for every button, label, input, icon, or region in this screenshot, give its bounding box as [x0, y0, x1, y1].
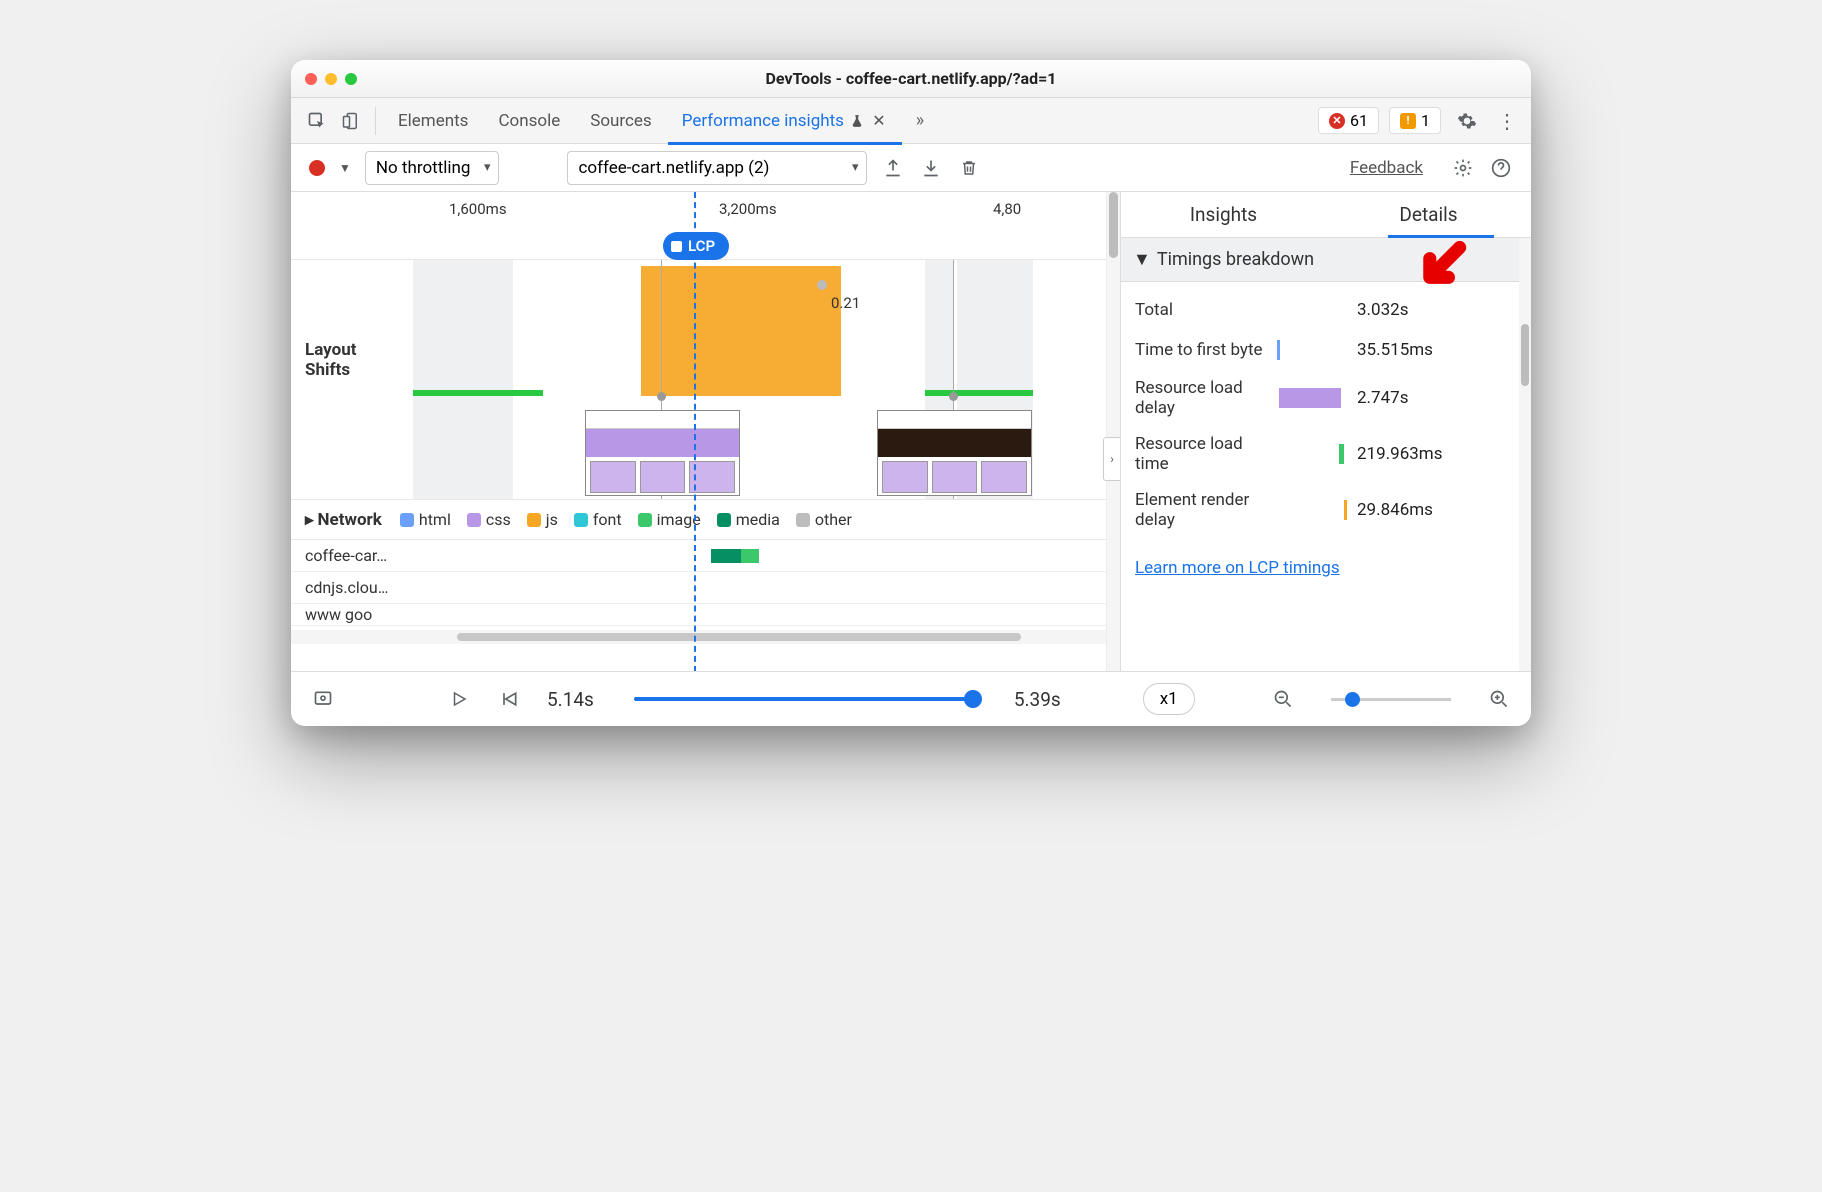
details-pane: Insights Details ▼ Timings breakdown Tot…	[1121, 192, 1531, 671]
section-title: Timings breakdown	[1157, 249, 1314, 270]
throttling-select[interactable]: No throttling	[365, 151, 500, 185]
lcp-stop-icon	[671, 241, 682, 252]
error-count: 61	[1350, 111, 1368, 130]
metric-render-delay: Element render delay 29.846ms	[1135, 482, 1517, 538]
help-icon[interactable]	[1489, 156, 1513, 180]
more-tabs-button[interactable]: »	[910, 111, 930, 131]
kebab-menu-icon[interactable]: ⋮	[1493, 107, 1521, 135]
network-legend: html css js font image media other	[400, 510, 852, 529]
playback-slider[interactable]	[634, 697, 974, 701]
close-window-button[interactable]	[305, 73, 317, 85]
current-time: 5.14s	[547, 688, 594, 711]
duration: 5.39s	[1014, 688, 1061, 711]
main-body: 1,600ms 3,200ms 4,80 LCP Layout Shifts	[291, 192, 1531, 672]
recording-toolbar: ▼ No throttling coffee-cart.netlify.app …	[291, 144, 1531, 192]
window-title: DevTools - coffee-cart.netlify.app/?ad=1	[291, 69, 1531, 88]
settings-icon[interactable]	[1453, 107, 1481, 135]
delete-icon[interactable]	[957, 156, 981, 180]
lcp-marker[interactable]: LCP	[663, 232, 729, 260]
timings-metrics: Total 3.032s Time to first byte 35.515ms…	[1121, 282, 1531, 546]
zoom-in-button[interactable]	[1487, 687, 1511, 711]
lcp-label: LCP	[688, 237, 715, 255]
ruler-tick: 1,600ms	[449, 200, 507, 218]
close-tab-button[interactable]: ✕	[870, 112, 888, 130]
inspect-element-icon[interactable]	[307, 111, 327, 131]
time-ruler[interactable]: 1,600ms 3,200ms 4,80 LCP	[291, 192, 1120, 260]
recording-select[interactable]: coffee-cart.netlify.app (2)	[567, 151, 867, 185]
layout-shifts-track[interactable]: 0.21	[401, 260, 1120, 499]
device-toolbar-icon[interactable]	[341, 111, 361, 131]
timings-breakdown-header[interactable]: ▼ Timings breakdown	[1121, 238, 1531, 282]
layout-shifts-row: Layout Shifts 0.21	[291, 260, 1120, 500]
minimize-window-button[interactable]	[325, 73, 337, 85]
ruler-tick: 4,80	[993, 200, 1021, 218]
tab-label: Performance insights	[682, 111, 844, 131]
ruler-tick: 3,200ms	[719, 200, 777, 218]
zoom-slider[interactable]	[1331, 698, 1451, 701]
vertical-scrollbar[interactable]	[1106, 192, 1120, 671]
timeline-pane: 1,600ms 3,200ms 4,80 LCP Layout Shifts	[291, 192, 1121, 671]
playback-footer: 5.14s 5.39s x1	[291, 672, 1531, 726]
metric-ttfb: Time to first byte 35.515ms	[1135, 330, 1517, 370]
disclosure-triangle-icon: ▼	[1133, 249, 1151, 270]
warnings-badge[interactable]: ! 1	[1389, 107, 1441, 134]
import-icon[interactable]	[919, 156, 943, 180]
export-icon[interactable]	[881, 156, 905, 180]
tab-performance-insights[interactable]: Performance insights ✕	[668, 98, 902, 144]
tab-console[interactable]: Console	[484, 98, 574, 144]
window-controls	[305, 73, 357, 85]
feedback-link[interactable]: Feedback	[1350, 158, 1423, 178]
cls-point[interactable]	[817, 280, 827, 290]
layout-shifts-label: Layout Shifts	[291, 260, 401, 499]
error-icon: ✕	[1329, 113, 1345, 129]
metric-load-time: Resource load time 219.963ms	[1135, 426, 1517, 482]
cls-value: 0.21	[831, 294, 860, 312]
preview-toggle-icon[interactable]	[311, 687, 335, 711]
warning-count: 1	[1421, 111, 1430, 130]
tab-insights[interactable]: Insights	[1121, 192, 1326, 237]
tab-details[interactable]: Details	[1326, 192, 1531, 237]
throttling-value: No throttling	[376, 158, 471, 178]
record-button[interactable]	[309, 160, 325, 176]
cls-block[interactable]	[641, 266, 841, 396]
tab-elements[interactable]: Elements	[384, 98, 482, 144]
network-request-row[interactable]: coffee-car…	[291, 540, 1120, 572]
screenshot-thumbnail[interactable]	[585, 410, 740, 496]
screenshot-thumbnail[interactable]	[877, 410, 1032, 496]
devtools-window: DevTools - coffee-cart.netlify.app/?ad=1…	[291, 60, 1531, 726]
skip-back-button[interactable]	[497, 687, 521, 711]
side-tabs: Insights Details	[1121, 192, 1531, 238]
warning-icon: !	[1400, 113, 1416, 129]
zoom-out-button[interactable]	[1271, 687, 1295, 711]
network-toggle[interactable]: ▸ Network	[305, 510, 382, 530]
annotation-arrow-icon	[1413, 240, 1469, 296]
record-menu-chevron-icon[interactable]: ▼	[339, 161, 351, 175]
horizontal-scrollbar[interactable]	[291, 630, 1120, 644]
network-legend-row: ▸ Network html css js font image media o…	[291, 500, 1120, 540]
devtools-tabbar: Elements Console Sources Performance ins…	[291, 98, 1531, 144]
play-button[interactable]	[447, 687, 471, 711]
playhead-line[interactable]	[694, 192, 696, 671]
metric-load-delay: Resource load delay 2.747s	[1135, 370, 1517, 426]
network-rows: coffee-car… cdnjs.clou… www goo	[291, 540, 1120, 626]
errors-badge[interactable]: ✕ 61	[1318, 107, 1379, 134]
tab-sources[interactable]: Sources	[576, 98, 665, 144]
network-request-row[interactable]: cdnjs.clou…	[291, 572, 1120, 604]
collapse-sidebar-button[interactable]: ›	[1103, 437, 1121, 481]
titlebar: DevTools - coffee-cart.netlify.app/?ad=1	[291, 60, 1531, 98]
metric-total: Total 3.032s	[1135, 290, 1517, 330]
panel-settings-icon[interactable]	[1451, 156, 1475, 180]
recording-value: coffee-cart.netlify.app (2)	[578, 158, 769, 178]
network-request-row[interactable]: www goo	[291, 604, 1120, 626]
learn-more-link[interactable]: Learn more on LCP timings	[1121, 546, 1531, 590]
zoom-window-button[interactable]	[345, 73, 357, 85]
speed-selector[interactable]: x1	[1143, 683, 1195, 715]
experiment-icon	[850, 113, 864, 129]
side-scrollbar[interactable]	[1519, 238, 1531, 671]
